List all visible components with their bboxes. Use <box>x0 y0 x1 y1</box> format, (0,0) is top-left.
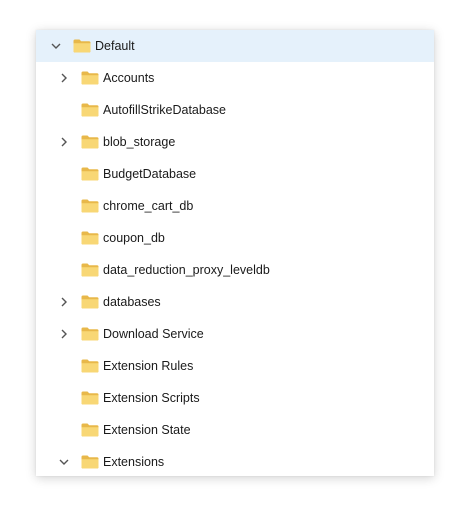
folder-icon <box>81 199 99 213</box>
chevron-right-icon[interactable] <box>58 296 70 308</box>
folder-icon <box>81 167 99 181</box>
tree-item-data-reduction-proxy-leveldb[interactable]: data_reduction_proxy_leveldb <box>36 254 434 286</box>
tree-item-label: Accounts <box>103 71 155 85</box>
folder-icon <box>81 359 99 373</box>
tree-item-label: Download Service <box>103 327 204 341</box>
tree-item-autofillstrikedatabase[interactable]: AutofillStrikeDatabase <box>36 94 434 126</box>
tree-item-extension-state[interactable]: Extension State <box>36 414 434 446</box>
tree-item-default[interactable]: Default <box>36 30 434 62</box>
tree-item-label: Extension State <box>103 423 191 437</box>
chevron-down-icon[interactable] <box>50 40 62 52</box>
tree-item-extension-rules[interactable]: Extension Rules <box>36 350 434 382</box>
tree-item-label: Extension Rules <box>103 359 194 373</box>
tree-item-chrome-cart-db[interactable]: chrome_cart_db <box>36 190 434 222</box>
folder-icon <box>81 231 99 245</box>
folder-icon <box>81 263 99 277</box>
tree-item-download-service[interactable]: Download Service <box>36 318 434 350</box>
folder-icon <box>81 135 99 149</box>
tree-item-label: blob_storage <box>103 135 176 149</box>
tree-item-blob-storage[interactable]: blob_storage <box>36 126 434 158</box>
tree-item-label: Extension Scripts <box>103 391 200 405</box>
folder-icon <box>73 39 91 53</box>
tree-item-budgetdatabase[interactable]: BudgetDatabase <box>36 158 434 190</box>
tree-item-label: chrome_cart_db <box>103 199 194 213</box>
chevron-right-icon[interactable] <box>58 328 70 340</box>
tree-item-label: Default <box>95 39 135 53</box>
folder-icon <box>81 71 99 85</box>
tree-item-extensions[interactable]: Extensions <box>36 446 434 476</box>
tree-item-databases[interactable]: databases <box>36 286 434 318</box>
tree-item-coupon-db[interactable]: coupon_db <box>36 222 434 254</box>
tree-item-label: databases <box>103 295 161 309</box>
tree-item-extension-scripts[interactable]: Extension Scripts <box>36 382 434 414</box>
tree-item-label: AutofillStrikeDatabase <box>103 103 226 117</box>
tree-item-label: BudgetDatabase <box>103 167 197 181</box>
folder-icon <box>81 455 99 469</box>
tree-item-accounts[interactable]: Accounts <box>36 62 434 94</box>
tree-item-label: data_reduction_proxy_leveldb <box>103 263 270 277</box>
folder-icon <box>81 295 99 309</box>
folder-tree-panel: Default Accounts AutofillStrikeDatabase … <box>36 30 434 476</box>
chevron-down-icon[interactable] <box>58 456 70 468</box>
tree-item-label: coupon_db <box>103 231 165 245</box>
chevron-right-icon[interactable] <box>58 72 70 84</box>
folder-icon <box>81 103 99 117</box>
folder-icon <box>81 391 99 405</box>
folder-icon <box>81 423 99 437</box>
tree-item-label: Extensions <box>103 455 165 469</box>
chevron-right-icon[interactable] <box>58 136 70 148</box>
folder-icon <box>81 327 99 341</box>
